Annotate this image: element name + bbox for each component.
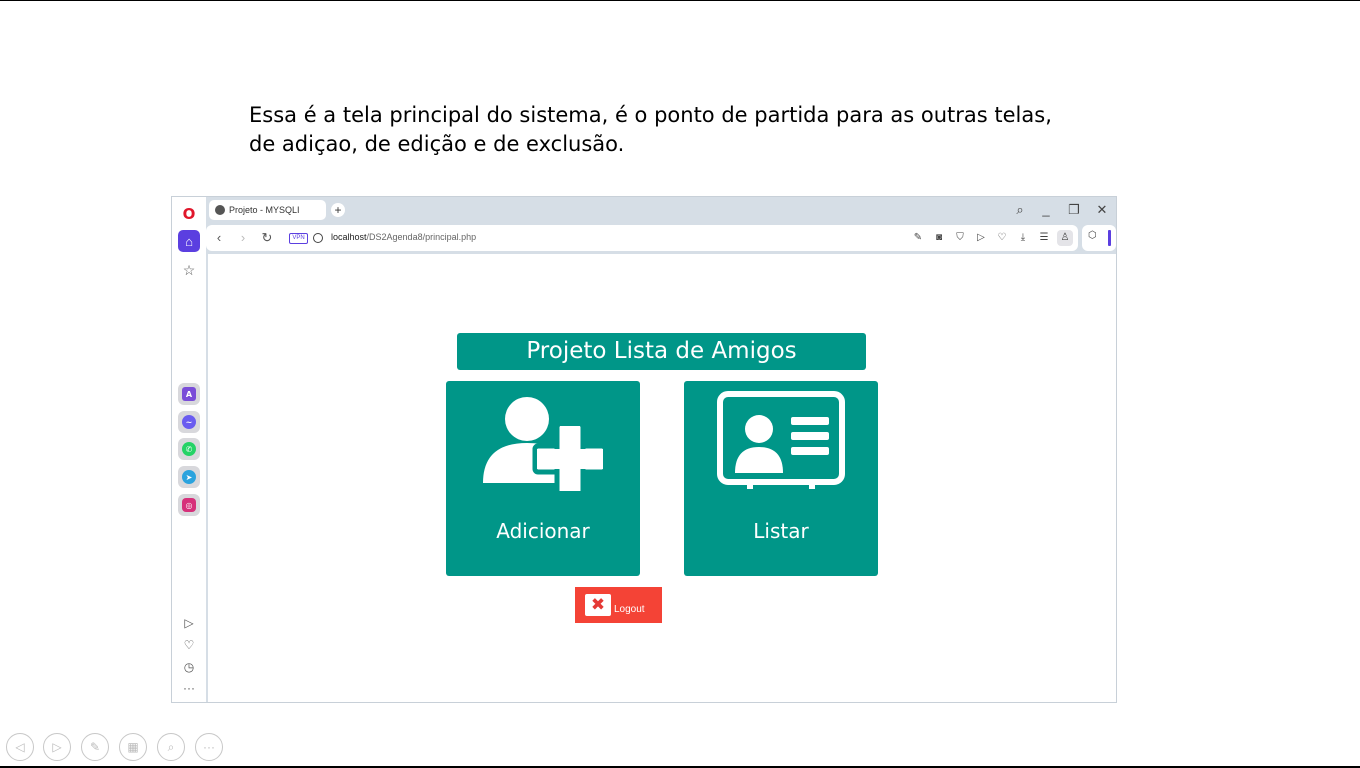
contact-card-icon — [717, 391, 845, 489]
aria-app-icon[interactable]: A — [178, 383, 200, 405]
opera-logo-icon[interactable]: O — [182, 206, 196, 222]
page-title: Projeto Lista de Amigos — [457, 333, 866, 370]
browser-screenshot: O ⌂ ☆ A ~ ✆ ➤ ◎ ▷ ♡ ◷ ··· Projeto - MYSQ… — [171, 196, 1117, 703]
all-slides-icon[interactable]: ▦ — [119, 733, 147, 761]
home-icon[interactable]: ⌂ — [178, 230, 200, 252]
back-icon[interactable]: ‹ — [210, 229, 228, 247]
add-friend-button[interactable]: Adicionar — [446, 381, 640, 576]
url-host: localhost — [331, 232, 367, 242]
list-button-label: Listar — [753, 519, 809, 543]
pen-icon[interactable]: ✎ — [81, 733, 109, 761]
player-icon[interactable]: ▷ — [180, 614, 198, 632]
vpn-badge[interactable]: VPN — [289, 233, 308, 244]
extensions-area: ⬡ — [1082, 225, 1116, 251]
favorites-icon[interactable]: ♡ — [180, 636, 198, 654]
globe-icon — [215, 205, 225, 215]
instagram-icon[interactable]: ◎ — [178, 494, 200, 516]
zoom-icon[interactable]: ⌕ — [157, 733, 185, 761]
browser-sidebar: O ⌂ ☆ A ~ ✆ ➤ ◎ ▷ ♡ ◷ ··· — [172, 197, 206, 702]
caption-line-1: Essa é a tela principal do sistema, é o … — [249, 103, 1052, 127]
camera-icon[interactable]: ◙ — [931, 230, 947, 246]
send-icon[interactable]: ▷ — [973, 230, 989, 246]
telegram-icon[interactable]: ➤ — [178, 466, 200, 488]
tab-projeto[interactable]: Projeto - MYSQLI — [209, 200, 326, 220]
forward-icon[interactable]: › — [234, 229, 252, 247]
whatsapp-icon[interactable]: ✆ — [178, 438, 200, 460]
previous-slide-icon[interactable]: ◁ — [6, 733, 34, 761]
edit-icon[interactable]: ✎ — [910, 230, 926, 246]
url-path: /DS2Agenda8/principal.php — [366, 232, 477, 242]
search-icon[interactable]: ⌕ — [1009, 201, 1031, 219]
close-x-icon: ✖ — [585, 594, 611, 616]
more-options-icon[interactable]: ··· — [195, 733, 223, 761]
menu-icon[interactable]: ☰ — [1036, 230, 1052, 246]
shield-icon[interactable]: ⛉ — [952, 230, 968, 246]
site-info-icon[interactable] — [313, 233, 323, 243]
new-tab-button[interactable]: + — [331, 203, 345, 217]
heart-icon[interactable]: ♡ — [994, 230, 1010, 246]
presentation-slide: Essa é a tela principal do sistema, é o … — [0, 0, 1360, 768]
add-button-label: Adicionar — [496, 519, 590, 543]
page-viewport: Projeto Lista de Amigos Adicionar Listar… — [208, 254, 1116, 702]
slide-caption: Essa é a tela principal do sistema, é o … — [249, 101, 1069, 159]
history-icon[interactable]: ◷ — [180, 658, 198, 676]
close-icon[interactable]: ✕ — [1091, 201, 1113, 219]
restore-icon[interactable]: ❐ — [1063, 201, 1085, 219]
extensions-icon[interactable]: ⬡ — [1088, 230, 1097, 241]
logout-label: Logout — [614, 603, 645, 615]
caption-line-2: de adiçao, de edição e de exclusão. — [249, 132, 625, 156]
sidebar-toggle-bar[interactable] — [1108, 230, 1111, 246]
tab-title: Projeto - MYSQLI — [229, 205, 300, 215]
tab-strip: Projeto - MYSQLI + ⌕ _ ❐ ✕ — [206, 197, 1116, 223]
messenger-icon[interactable]: ~ — [178, 411, 200, 433]
slide-top-border — [0, 0, 1360, 1]
address-bar: ‹ › ↻ VPN localhost/DS2Agenda8/principal… — [206, 225, 1078, 251]
logout-button[interactable]: ✖ Logout — [575, 587, 662, 623]
next-slide-icon[interactable]: ▷ — [43, 733, 71, 761]
list-friends-button[interactable]: Listar — [684, 381, 878, 576]
url-field[interactable]: localhost/DS2Agenda8/principal.php — [331, 232, 476, 242]
reload-icon[interactable]: ↻ — [258, 229, 276, 247]
minimize-icon[interactable]: _ — [1035, 201, 1057, 219]
speed-dial-icon[interactable]: ☆ — [178, 259, 200, 281]
profile-icon[interactable]: ♙ — [1057, 230, 1073, 246]
more-icon[interactable]: ··· — [180, 679, 198, 697]
download-icon[interactable]: ⤓ — [1015, 230, 1031, 246]
add-user-icon — [483, 397, 608, 491]
